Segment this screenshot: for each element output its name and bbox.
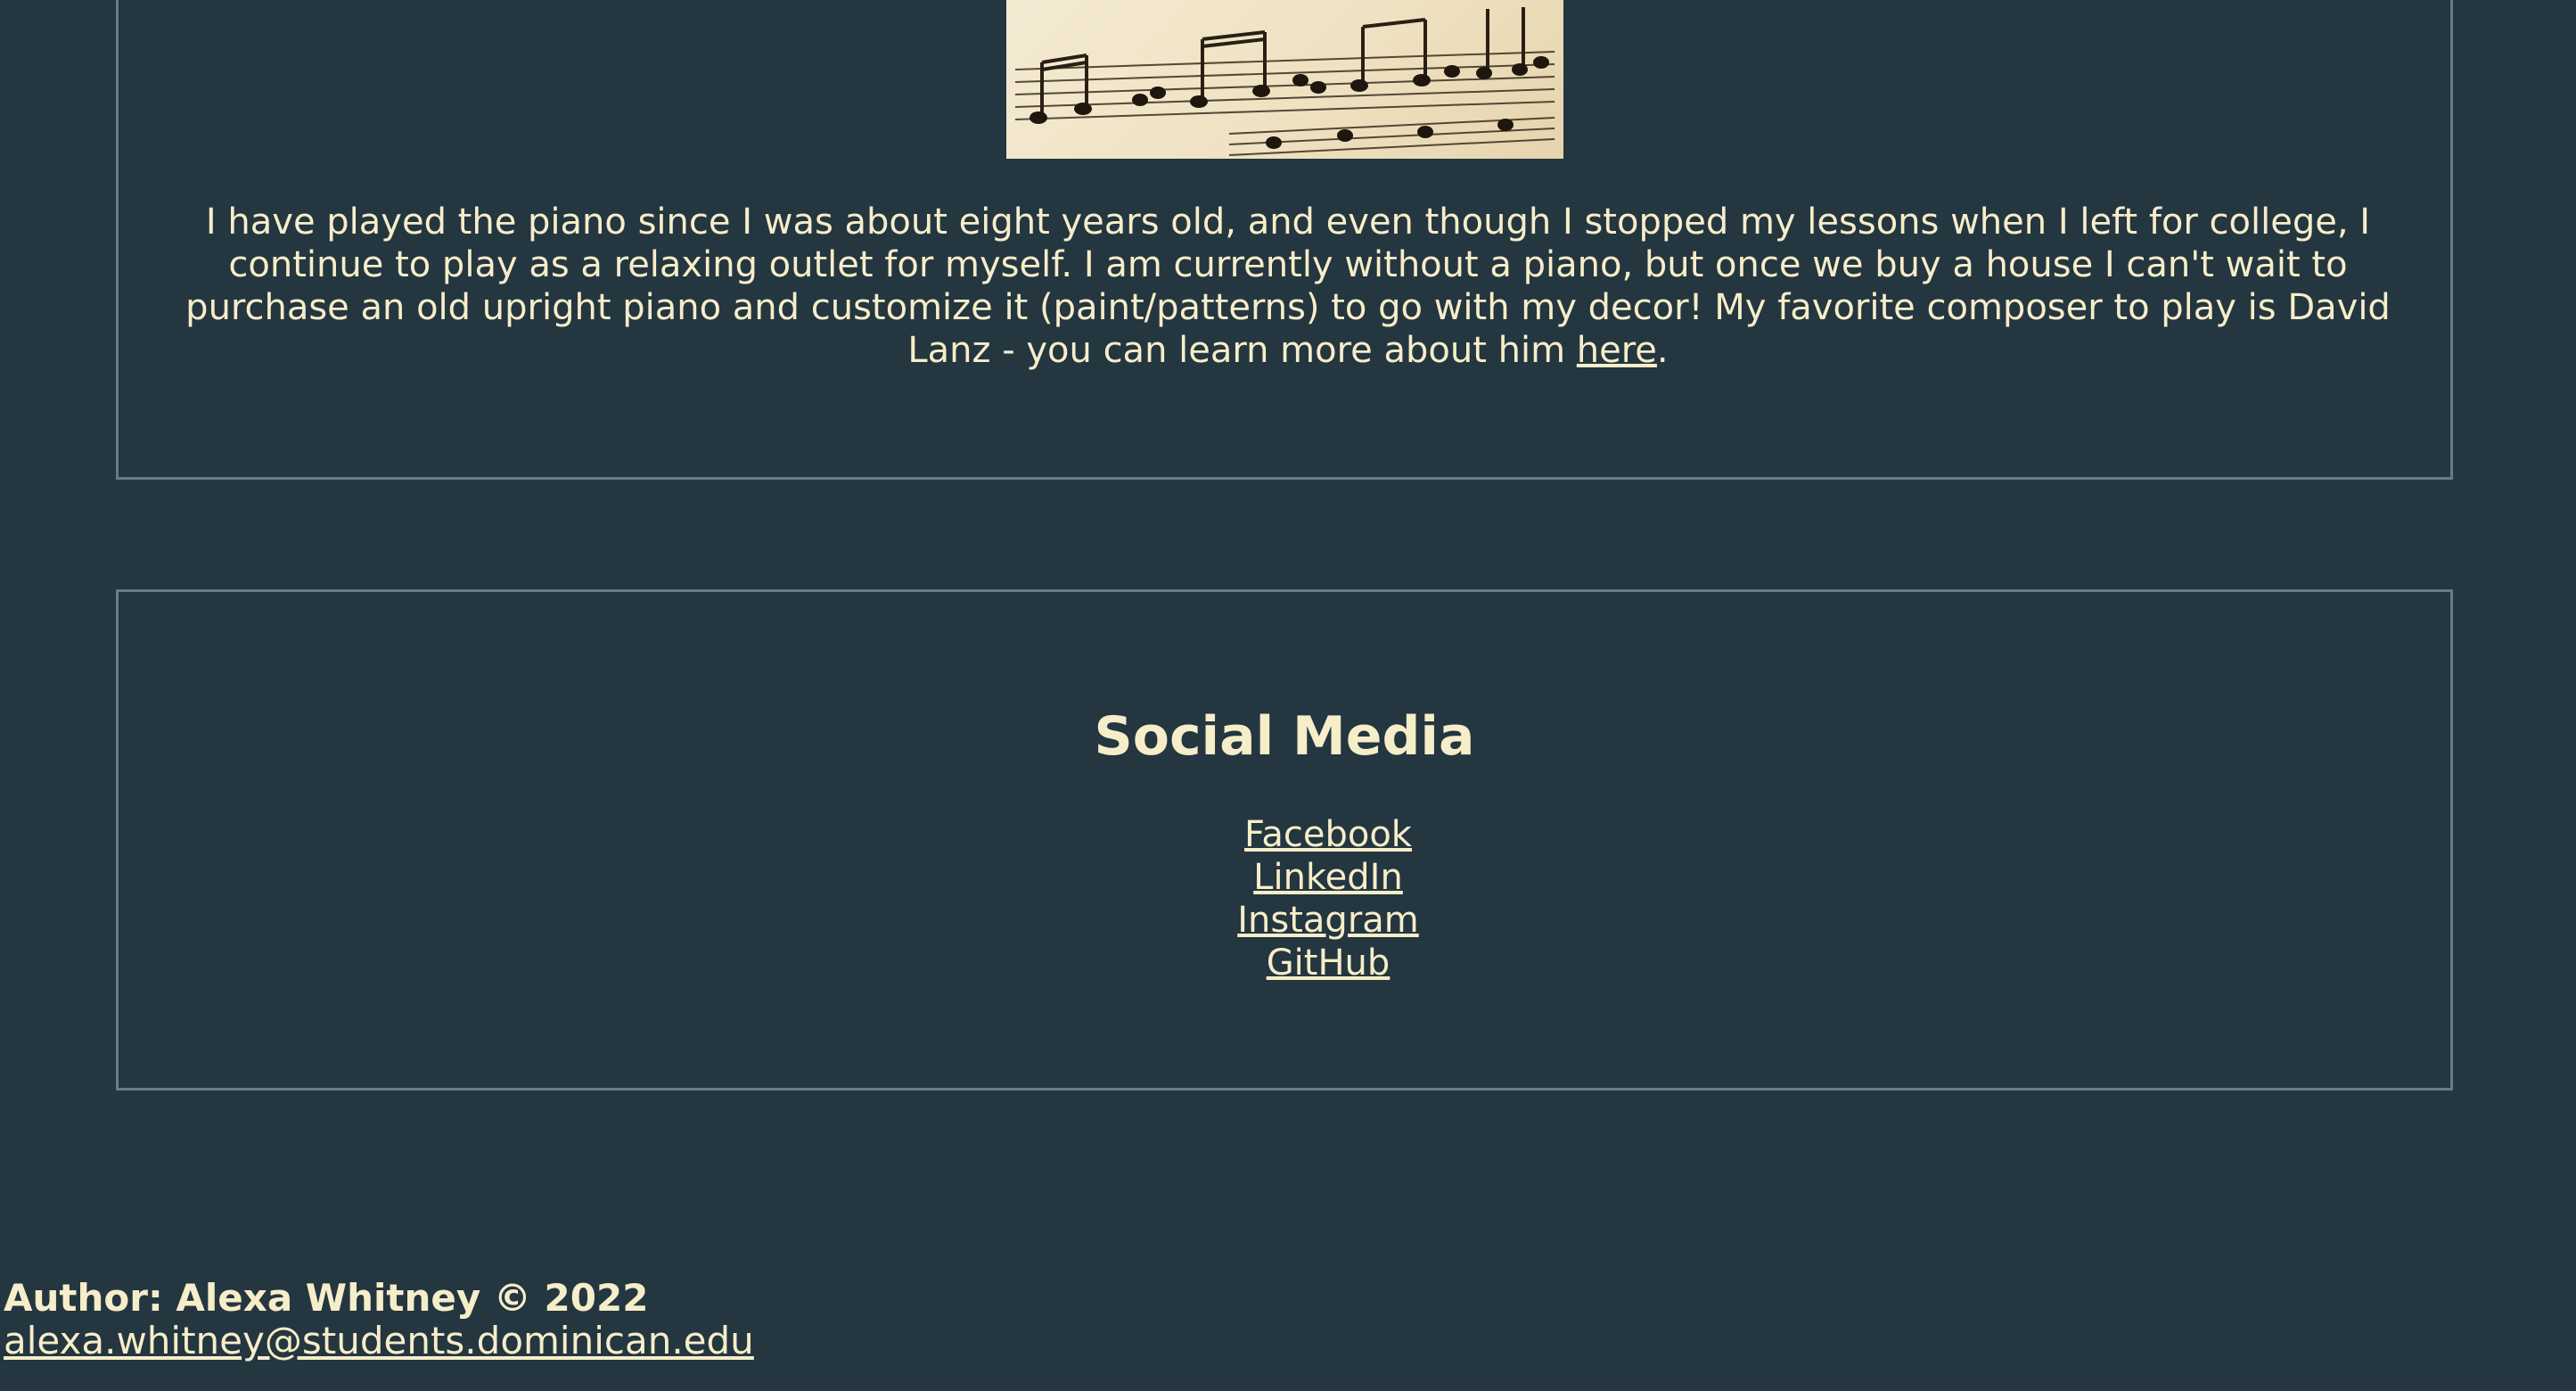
hobby-paragraph: I have played the piano since I was abou… xyxy=(169,201,2407,372)
hobby-paragraph-text: I have played the piano since I was abou… xyxy=(185,202,2391,371)
social-links-list: Facebook LinkedIn Instagram GitHub xyxy=(1150,813,1506,984)
list-item: LinkedIn xyxy=(1150,856,1506,899)
linkedin-link[interactable]: LinkedIn xyxy=(1253,857,1403,898)
list-item: GitHub xyxy=(1150,942,1506,984)
sheet-music-image xyxy=(1006,0,1563,159)
paragraph-end: . xyxy=(1656,330,1669,371)
footer: Author: Alexa Whitney © 2022 alexa.whitn… xyxy=(4,1277,754,1362)
social-media-title: Social Media xyxy=(1094,705,1475,768)
list-item: Instagram xyxy=(1150,899,1506,942)
here-link[interactable]: here xyxy=(1577,330,1657,371)
email-link[interactable]: alexa.whitney@students.dominican.edu xyxy=(4,1320,754,1362)
author-credit: Author: Alexa Whitney © 2022 xyxy=(4,1276,649,1320)
facebook-link[interactable]: Facebook xyxy=(1244,814,1412,855)
list-item: Facebook xyxy=(1150,813,1506,856)
instagram-link[interactable]: Instagram xyxy=(1237,900,1419,941)
github-link[interactable]: GitHub xyxy=(1267,942,1391,984)
